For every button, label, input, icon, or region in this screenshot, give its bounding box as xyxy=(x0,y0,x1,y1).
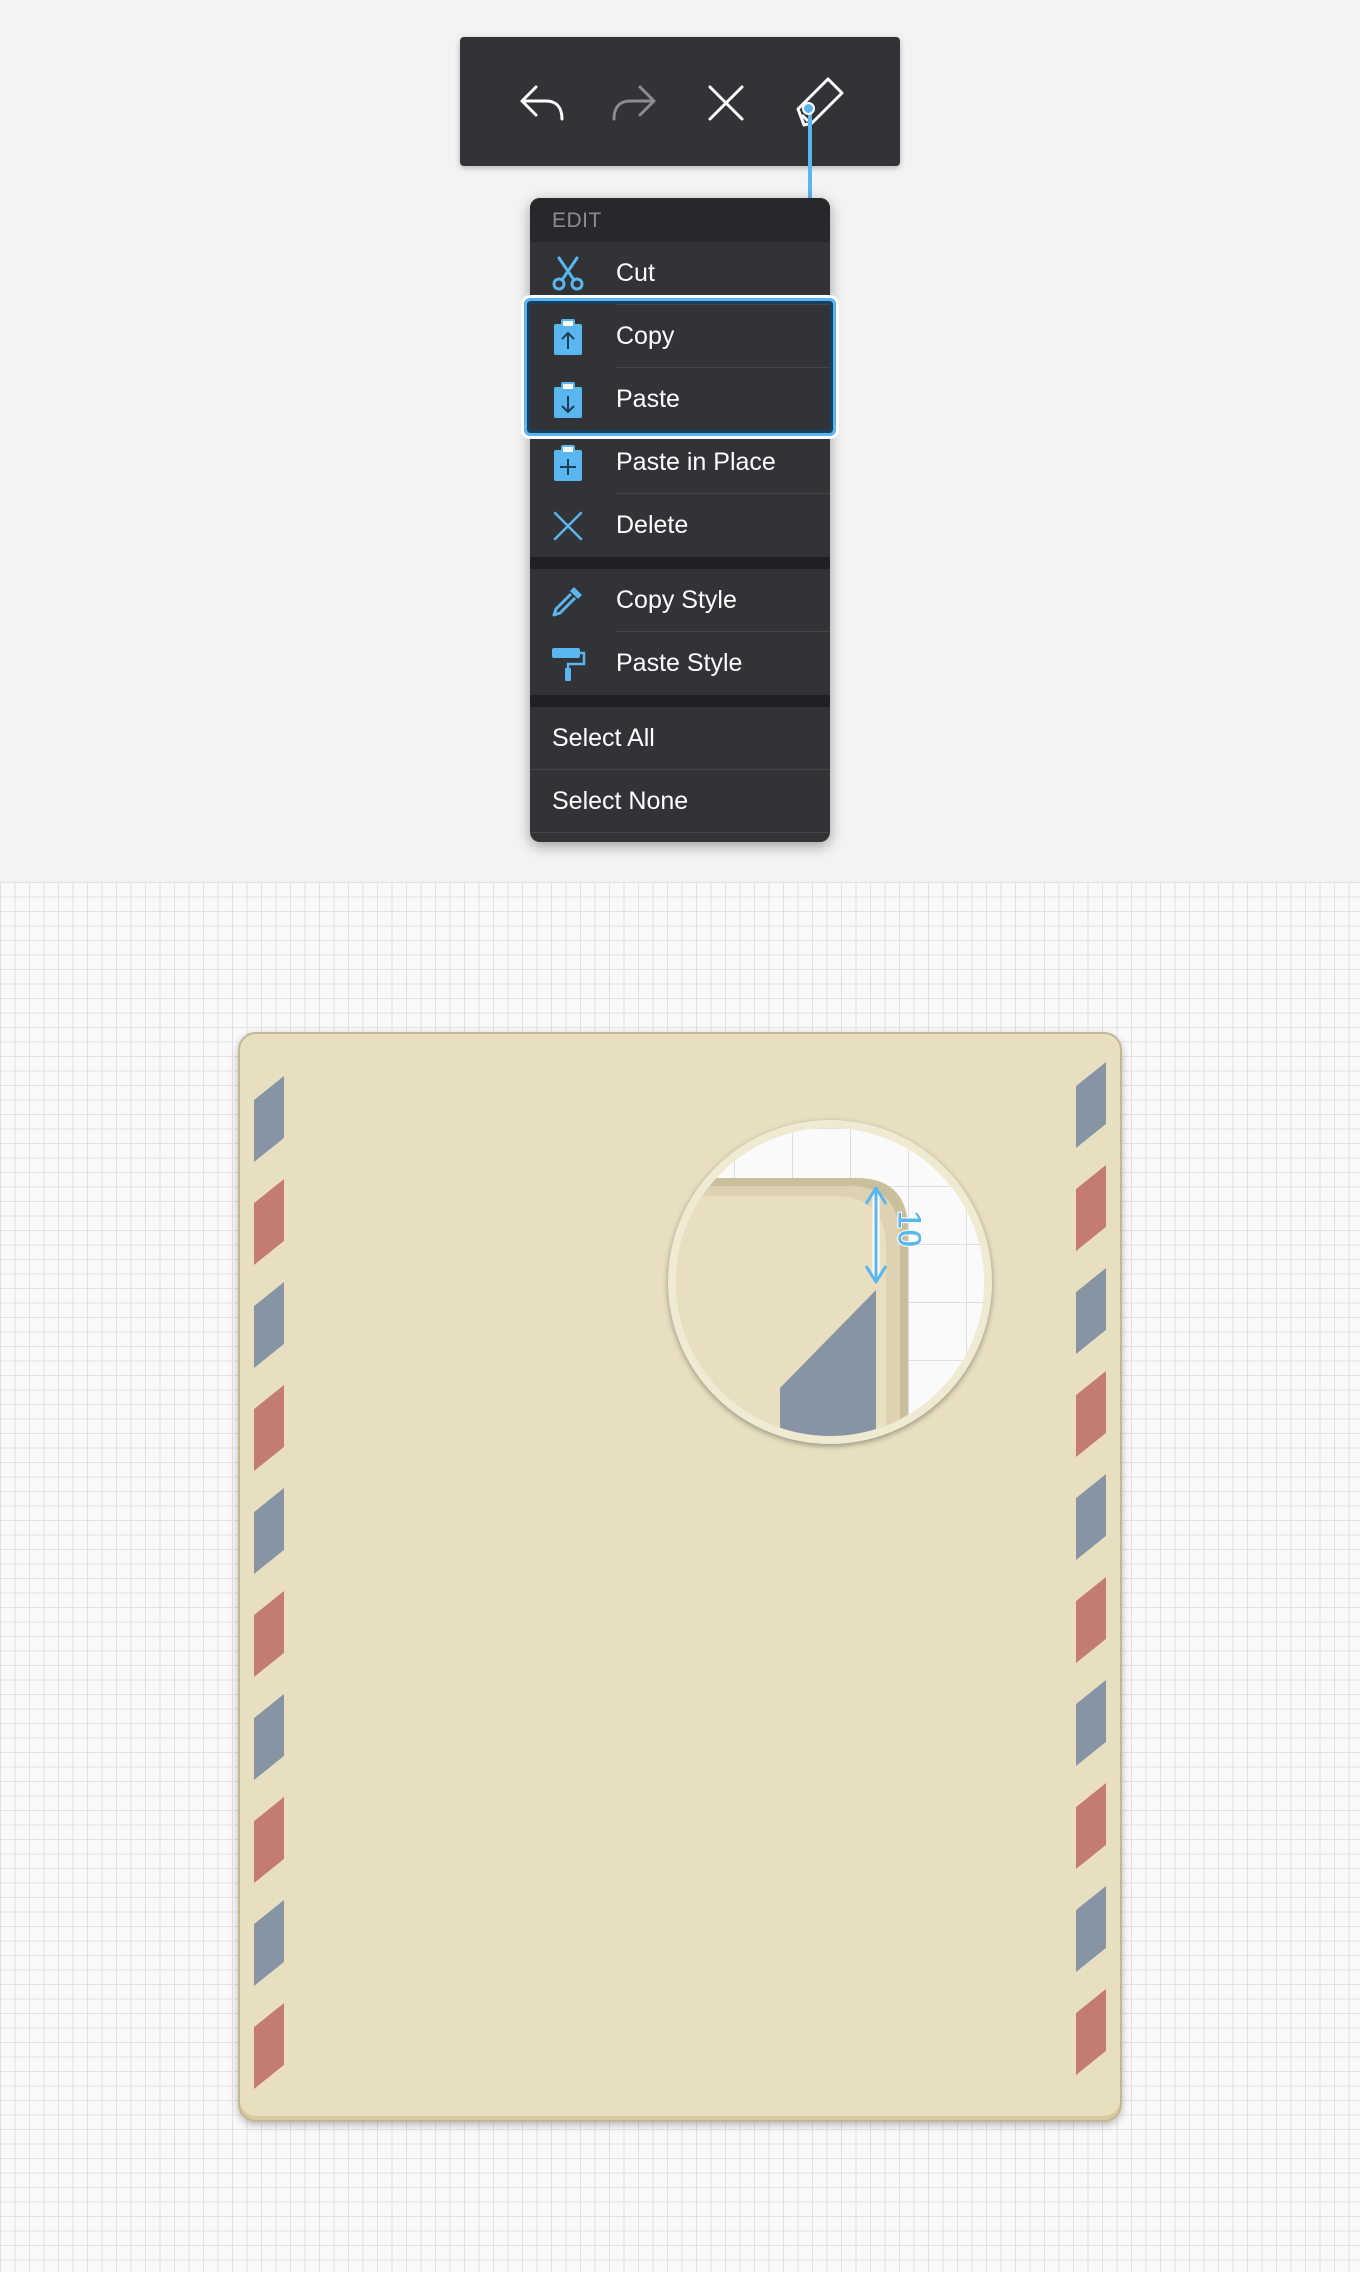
menu-item-copy[interactable]: Copy xyxy=(530,305,830,368)
clipboard-plus-icon xyxy=(554,445,582,481)
menu-item-label: Delete xyxy=(616,511,689,539)
airmail-stripe-red xyxy=(254,1385,284,1471)
airmail-stripe-red xyxy=(254,1179,284,1265)
airmail-stripe-blue xyxy=(254,1900,284,1986)
menu-item-paste-in-place[interactable]: Paste in Place xyxy=(530,431,830,494)
menu-item-label: Cut xyxy=(616,259,655,287)
clipboard-copy-icon xyxy=(554,319,582,355)
airmail-stripe-red xyxy=(1076,1371,1106,1457)
edit-menu: EDIT Cut Copy Paste Paste in Place Delet… xyxy=(530,198,830,842)
redo-icon xyxy=(612,85,656,121)
airmail-stripe-red xyxy=(1076,1577,1106,1663)
eyedropper-icon xyxy=(552,587,582,617)
toolbar xyxy=(460,37,900,166)
menu-connector xyxy=(808,106,812,200)
menu-item-label: Copy xyxy=(616,322,675,350)
clipboard-paste-icon xyxy=(554,382,582,418)
menu-item-label: Select All xyxy=(552,724,655,752)
redo-button[interactable] xyxy=(604,73,664,133)
airmail-stripe-blue xyxy=(1076,1268,1106,1354)
scissors-icon xyxy=(552,256,584,291)
airmail-stripe-red xyxy=(254,2003,284,2089)
dimension-label: 10 xyxy=(890,1210,928,1248)
menu-item-paste-style[interactable]: Paste Style xyxy=(530,632,830,695)
airmail-stripe-blue xyxy=(1076,1062,1106,1148)
airmail-stripe-blue xyxy=(1076,1886,1106,1972)
envelope-shape[interactable] xyxy=(238,1032,1122,2122)
close-button[interactable] xyxy=(696,73,756,133)
magnified-corner-detail: 10 xyxy=(676,1128,984,1436)
menu-item-label: Paste in Place xyxy=(616,448,776,476)
airmail-stripe-blue xyxy=(1076,1474,1106,1560)
paint-roller-icon xyxy=(552,648,586,681)
menu-item-paste[interactable]: Paste xyxy=(530,368,830,431)
airmail-stripe-blue xyxy=(254,1488,284,1574)
close-icon xyxy=(708,85,744,121)
menu-item-select-all[interactable]: Select All xyxy=(530,707,830,770)
menu-item-cut[interactable]: Cut xyxy=(530,242,830,305)
airmail-stripe-red xyxy=(254,1797,284,1883)
pen-icon xyxy=(796,77,844,127)
magnifier-loupe: 10 xyxy=(668,1120,992,1444)
menu-item-label: Copy Style xyxy=(616,586,737,614)
menu-item-label: Select None xyxy=(552,787,689,815)
airmail-stripe-blue xyxy=(1076,1680,1106,1766)
menu-divider xyxy=(530,557,830,569)
menu-item-label: Paste xyxy=(616,385,680,413)
menu-item-copy-style[interactable]: Copy Style xyxy=(530,569,830,632)
airmail-stripe-red xyxy=(1076,1989,1106,2075)
menu-divider xyxy=(530,695,830,707)
airmail-stripe-red xyxy=(1076,1165,1106,1251)
airmail-stripe-blue xyxy=(254,1282,284,1368)
menu-item-select-none[interactable]: Select None xyxy=(530,770,830,833)
connector-dot xyxy=(802,102,815,115)
airmail-stripe-blue xyxy=(254,1694,284,1780)
undo-button[interactable] xyxy=(512,73,572,133)
undo-icon xyxy=(520,85,564,121)
menu-header: EDIT xyxy=(530,198,830,242)
menu-item-label: Paste Style xyxy=(616,649,743,677)
airmail-stripe-blue xyxy=(254,1076,284,1162)
airmail-stripe-red xyxy=(1076,1783,1106,1869)
airmail-stripe-red xyxy=(254,1591,284,1677)
menu-item-delete[interactable]: Delete xyxy=(530,494,830,557)
pen-tool-button[interactable] xyxy=(788,73,848,133)
delete-icon xyxy=(553,511,583,541)
